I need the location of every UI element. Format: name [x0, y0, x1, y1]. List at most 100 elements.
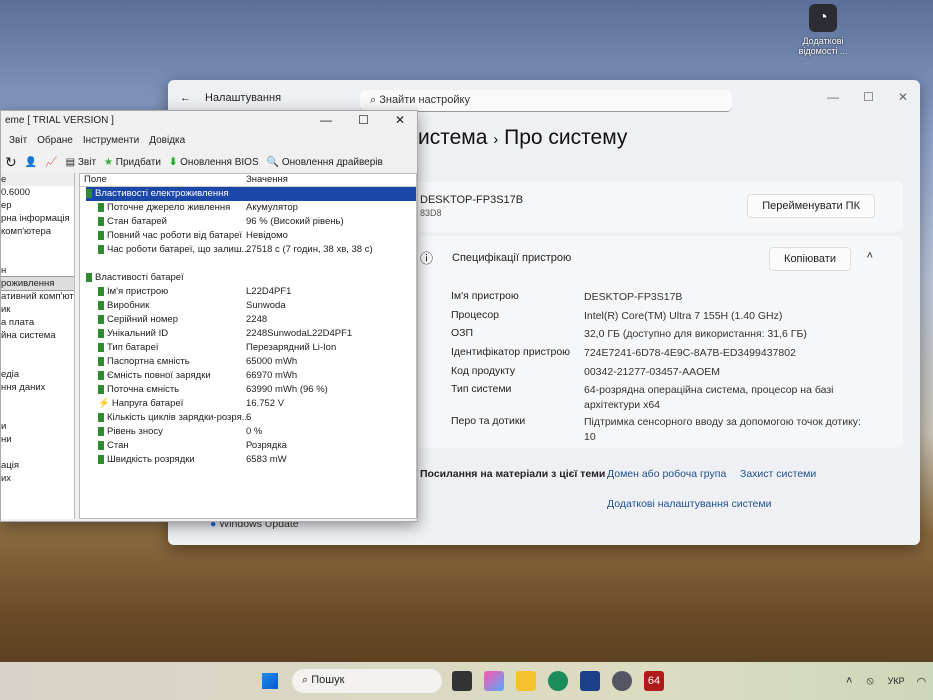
- property-list[interactable]: Поле Значення Властивості електроживлення…: [79, 173, 417, 519]
- menu-help[interactable]: Довідка: [149, 135, 185, 146]
- sidebar-item[interactable]: ик: [1, 303, 74, 316]
- buy-label: Придбати: [115, 156, 161, 168]
- menu-favorites[interactable]: Обране: [37, 135, 73, 146]
- menu-report[interactable]: Звіт: [9, 135, 27, 146]
- sidebar-item[interactable]: роживлення: [1, 276, 74, 291]
- store-icon[interactable]: [580, 671, 600, 691]
- sidebar-item[interactable]: комп'ютера: [1, 225, 74, 238]
- system-protection-link[interactable]: Захист системи: [740, 468, 816, 480]
- menu-tools[interactable]: Інструменти: [83, 135, 139, 146]
- rename-pc-button[interactable]: Перейменувати ПК: [747, 194, 875, 218]
- file-explorer-icon[interactable]: [516, 671, 536, 691]
- specs-title: Специфікації пристрою: [452, 252, 572, 264]
- search-input[interactable]: ⌕ Знайти настройку: [360, 90, 732, 112]
- list-row[interactable]: Повний час роботи від батареї Невідомо: [80, 229, 416, 243]
- minimize-button[interactable]: —: [827, 90, 839, 104]
- report-button[interactable]: ▤ Звіт: [66, 157, 96, 168]
- task-view-icon[interactable]: [452, 671, 472, 691]
- list-row[interactable]: Рівень зносу 0 %: [80, 425, 416, 439]
- sidebar-item[interactable]: ни: [1, 433, 74, 446]
- domain-link[interactable]: Домен або робоча група: [607, 468, 726, 480]
- bios-update-button[interactable]: ⬇ Оновлення BIOS: [169, 157, 259, 168]
- sidebar-item[interactable]: ер: [1, 199, 74, 212]
- field-value: 6583 mW: [246, 454, 287, 465]
- list-row[interactable]: Час роботи батареї, що залиш... 27518 с (…: [80, 243, 416, 257]
- device-model: 83D8: [420, 208, 442, 218]
- desktop-icon[interactable]: ◔ Додаткові відомості ...: [795, 4, 851, 56]
- report-icon: ▤: [65, 156, 76, 168]
- column-value[interactable]: Значення: [246, 174, 288, 185]
- group-row[interactable]: Властивості електроживлення: [80, 187, 416, 201]
- user-icon[interactable]: 👤: [25, 157, 37, 168]
- start-button[interactable]: [262, 673, 278, 689]
- sidebar-item[interactable]: йна система: [1, 329, 74, 342]
- notifications-off-icon[interactable]: ⦸: [866, 675, 873, 688]
- battery-icon: [98, 454, 104, 464]
- aida64-taskbar-icon[interactable]: 64: [644, 671, 664, 691]
- list-row[interactable]: Швидкість розрядки 6583 mW: [80, 453, 416, 467]
- driver-update-button[interactable]: 🔍 Оновлення драйверів: [267, 157, 383, 168]
- list-row[interactable]: Серійний номер 2248: [80, 313, 416, 327]
- advanced-settings-link[interactable]: Додаткові налаштування системи: [607, 498, 771, 510]
- settings-gear-icon[interactable]: [612, 671, 632, 691]
- taskbar-search[interactable]: ⌕ Пошук: [292, 669, 442, 693]
- field-value: 6: [246, 412, 252, 423]
- breadcrumb-parent[interactable]: истема: [418, 126, 487, 149]
- copy-button[interactable]: Копіювати: [769, 247, 851, 271]
- field-value: 16.752 V: [246, 398, 285, 409]
- sidebar-item[interactable]: ація: [1, 459, 74, 472]
- list-row[interactable]: Ім'я пристрою L22D4PF1: [80, 285, 416, 299]
- sidebar-item[interactable]: [1, 238, 74, 251]
- close-button[interactable]: ✕: [898, 90, 908, 104]
- chart-icon[interactable]: 📈: [45, 157, 57, 168]
- sidebar-item[interactable]: ння даних: [1, 381, 74, 394]
- sidebar-item[interactable]: рна інформація: [1, 212, 74, 225]
- wifi-icon[interactable]: ◠: [917, 675, 927, 688]
- sidebar-item[interactable]: и: [1, 420, 74, 433]
- sidebar-item[interactable]: [1, 251, 74, 264]
- list-row[interactable]: Виробник Sunwoda: [80, 299, 416, 313]
- back-icon[interactable]: ←: [180, 92, 191, 104]
- list-row[interactable]: Унікальний ID 2248SunwodaL22D4PF1: [80, 327, 416, 341]
- list-row[interactable]: Поточна ємність 63990 mWh (96 %): [80, 383, 416, 397]
- field-value: 65000 mWh: [246, 356, 298, 367]
- list-row[interactable]: Стан Розрядка: [80, 439, 416, 453]
- list-row[interactable]: Кількість циклів зарядки-розря... 6: [80, 411, 416, 425]
- sidebar-item[interactable]: н: [1, 264, 74, 277]
- sidebar-item[interactable]: едіа: [1, 368, 74, 381]
- list-row[interactable]: Тип батареї Перезарядний Li-Ion: [80, 341, 416, 355]
- related-label: Посилання на матеріали з цієї теми: [420, 468, 606, 480]
- list-row[interactable]: ⚡ Напруга батареї 16.752 V: [80, 397, 416, 411]
- maximize-button[interactable]: ☐: [358, 113, 369, 127]
- column-field[interactable]: Поле: [84, 174, 107, 185]
- sidebar-item[interactable]: [1, 407, 74, 420]
- sidebar-item[interactable]: а плата: [1, 316, 74, 329]
- close-button[interactable]: ✕: [395, 113, 405, 127]
- buy-button[interactable]: ★ Придбати: [104, 157, 161, 168]
- group-row[interactable]: Властивості батареї: [80, 271, 416, 285]
- list-row[interactable]: Поточне джерело живлення Акумулятор: [80, 201, 416, 215]
- list-row[interactable]: Стан батарей 96 % (Високий рівень): [80, 215, 416, 229]
- sidebar-item[interactable]: их: [1, 472, 74, 485]
- maximize-button[interactable]: ☐: [863, 90, 874, 104]
- refresh-icon[interactable]: ↻: [5, 154, 17, 171]
- list-row[interactable]: Ємність повної зарядки 66970 mWh: [80, 369, 416, 383]
- sidebar-item[interactable]: [1, 355, 74, 368]
- language-indicator[interactable]: УКР: [888, 676, 905, 686]
- copilot-icon[interactable]: [484, 671, 504, 691]
- sidebar-item[interactable]: ативний комп'юте: [1, 290, 74, 303]
- sidebar-item[interactable]: [1, 342, 74, 355]
- field-name: Виробник: [107, 300, 150, 311]
- chevron-up-icon[interactable]: ˄: [867, 250, 873, 262]
- chevron-up-icon[interactable]: ˄: [846, 675, 852, 687]
- battery-icon: [98, 426, 104, 436]
- sidebar-item[interactable]: 0.6000: [1, 186, 74, 199]
- minimize-button[interactable]: —: [320, 113, 332, 127]
- sidebar-item[interactable]: [1, 394, 74, 407]
- edge-icon[interactable]: [548, 671, 568, 691]
- sidebar-item[interactable]: [1, 446, 74, 459]
- spec-value: 724E7241-6D78-4E9C-8A7B-ED3499437802: [584, 347, 796, 359]
- field-name: Паспортна ємність: [107, 356, 190, 367]
- list-row[interactable]: Паспортна ємність 65000 mWh: [80, 355, 416, 369]
- sidebar-tree[interactable]: е 0.6000 ер рна інформація комп'ютера н роживл…: [1, 173, 75, 519]
